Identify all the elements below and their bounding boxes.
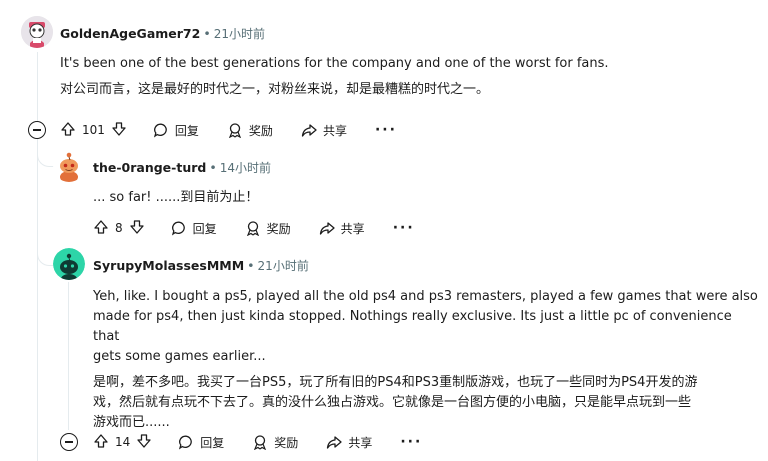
comment-header: GoldenAgeGamer72 • 21小时前 [60, 25, 265, 42]
username[interactable]: SyrupyMolassesMMM [93, 258, 244, 273]
reply-button[interactable]: 回复 [171, 220, 217, 237]
comment-text-en-line: made for ps4, then just kinda stopped. N… [93, 309, 732, 344]
comment-header: SyrupyMolassesMMM • 21小时前 [93, 257, 309, 274]
comment-body: Yeh, like. I bought a ps5, played all th… [93, 287, 758, 433]
timestamp[interactable]: 21小时前 [214, 27, 265, 41]
reply-label: 回复 [200, 435, 225, 450]
comment-text: ... so far! ......到目前为止！ [93, 190, 259, 205]
vote-group: 8 [93, 219, 145, 238]
more-icon[interactable]: ··· [393, 221, 415, 235]
share-button[interactable]: 共享 [301, 122, 347, 139]
vote-count: 101 [82, 123, 105, 137]
avatar[interactable] [53, 150, 85, 182]
vote-count: 14 [115, 435, 131, 449]
award-button[interactable]: 奖励 [245, 220, 291, 237]
comment-text-en-line: Yeh, like. I bought a ps5, played all th… [93, 289, 758, 304]
more-icon[interactable]: ··· [400, 435, 422, 449]
downvote-icon[interactable] [129, 219, 145, 238]
share-icon [301, 124, 317, 137]
award-icon [228, 123, 241, 138]
reply-icon [179, 435, 193, 450]
timestamp[interactable]: 14小时前 [220, 161, 271, 175]
share-label: 共享 [348, 435, 373, 450]
downvote-icon[interactable] [111, 121, 127, 140]
downvote-icon[interactable] [136, 433, 152, 452]
award-icon [246, 221, 259, 236]
avatar[interactable] [53, 248, 85, 280]
separator-dot: • [203, 26, 211, 41]
reply-button[interactable]: 回复 [178, 434, 224, 451]
comment-actions: 8 回复 奖励 共享 ··· [93, 215, 443, 241]
share-button[interactable]: 共享 [319, 220, 365, 237]
upvote-icon[interactable] [93, 433, 109, 452]
award-button[interactable]: 奖励 [252, 434, 298, 451]
avatar[interactable] [21, 16, 53, 48]
reply-icon [153, 123, 167, 138]
comment-actions: 101 回复 奖励 共享 ··· [60, 117, 425, 143]
share-label: 共享 [322, 123, 347, 138]
award-label: 奖励 [266, 221, 291, 236]
comment-text-zh: 对公司而言，这是最好的时代之一，对粉丝来说，却是最糟糕的时代之一。 [60, 82, 490, 97]
thread-line-reply-2 [68, 282, 69, 430]
username[interactable]: GoldenAgeGamer72 [60, 26, 200, 41]
comment-body: It's been one of the best generations fo… [60, 54, 750, 100]
upvote-icon[interactable] [60, 121, 76, 140]
comment-actions: 14 回复 奖励 共享 ··· [93, 429, 450, 455]
comment-body: ... so far! ......到目前为止！ [93, 188, 743, 208]
more-icon[interactable]: ··· [375, 123, 397, 137]
vote-group: 101 [60, 121, 127, 140]
thread-curve-reply-1 [37, 140, 54, 167]
reply-label: 回复 [192, 221, 217, 236]
comment-text-en: It's been one of the best generations fo… [60, 56, 609, 71]
share-button[interactable]: 共享 [326, 434, 372, 451]
thread-curve-reply-2 [37, 240, 54, 266]
timestamp[interactable]: 21小时前 [258, 259, 309, 273]
award-label: 奖励 [274, 435, 299, 450]
vote-count: 8 [115, 221, 123, 235]
comment-text-en-line: gets some games earlier... [93, 349, 266, 364]
share-icon [319, 222, 335, 235]
comment-header: the-0range-turd • 14小时前 [93, 159, 271, 176]
vote-group: 14 [93, 433, 152, 452]
award-label: 奖励 [248, 123, 273, 138]
award-button[interactable]: 奖励 [227, 122, 273, 139]
separator-dot: • [209, 160, 217, 175]
share-label: 共享 [340, 221, 365, 236]
reply-icon [171, 221, 185, 236]
award-icon [254, 435, 267, 450]
comment-text-zh-line: 戏，然后就有点玩不下去了。真的没什么独占游戏。它就像是一台图方便的小电脑，只是能… [93, 395, 692, 410]
reply-button[interactable]: 回复 [153, 122, 199, 139]
collapse-icon[interactable] [28, 121, 46, 139]
upvote-icon[interactable] [93, 219, 109, 238]
comment-text-zh-line: 是啊，差不多吧。我买了一台PS5，玩了所有旧的PS4和PS3重制版游戏，也玩了一… [93, 375, 698, 390]
username[interactable]: the-0range-turd [93, 160, 206, 175]
collapse-icon[interactable] [60, 433, 78, 451]
share-icon [327, 436, 342, 449]
separator-dot: • [247, 258, 255, 273]
reply-label: 回复 [174, 123, 199, 138]
